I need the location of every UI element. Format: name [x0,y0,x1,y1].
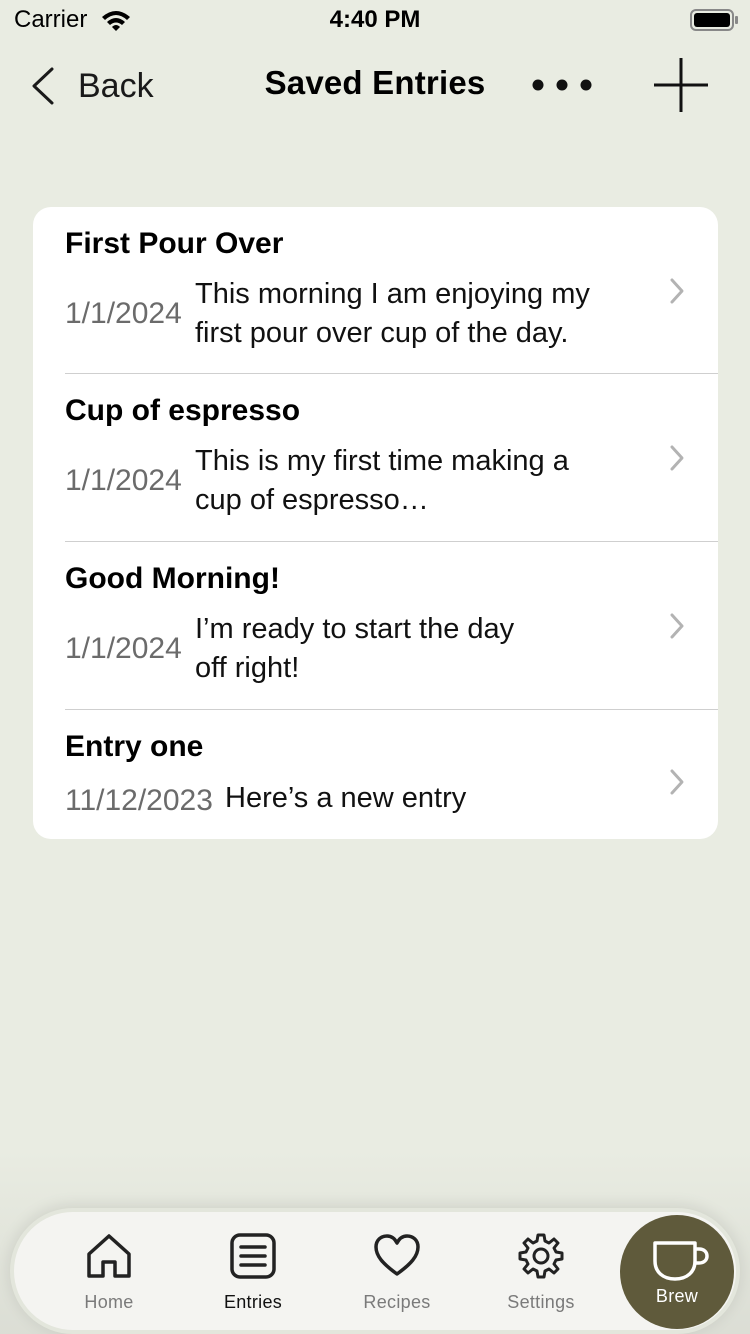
navigation-bar: Back Saved Entries [0,44,750,124]
screen: Carrier 4:40 PM Back Saved Entries First… [0,0,750,1334]
entry-title: Entry one [65,730,204,763]
battery-icon [690,9,738,31]
entry-row[interactable]: Cup of espresso 1/1/2024 This is my firs… [33,374,718,542]
entry-row[interactable]: Entry one 11/12/2023 Here’s a new entry [33,710,718,839]
chevron-right-icon [670,278,684,304]
entry-date: 11/12/2023 [65,784,213,817]
list-icon [230,1233,276,1279]
entry-preview-line: I’m ready to start the day [195,613,515,645]
entry-date: 1/1/2024 [65,464,182,497]
chevron-right-icon [670,613,684,639]
entry-preview-line: off right! [195,652,300,684]
entry-date: 1/1/2024 [65,632,182,665]
entry-title: Cup of espresso [65,394,301,427]
tab-home[interactable]: Home [54,1232,164,1322]
entry-title: First Pour Over [65,227,284,260]
chevron-right-icon [670,445,684,471]
entry-preview-line: first pour over cup of the day. [195,317,569,349]
gear-icon [518,1233,564,1279]
tab-label: Recipes [363,1292,431,1312]
tab-label: Settings [507,1292,575,1312]
entry-date: 1/1/2024 [65,297,182,330]
page-title: Saved Entries [264,64,486,101]
tab-recipes[interactable]: Recipes [342,1232,452,1322]
entry-title: Good Morning! [65,562,280,595]
house-icon [87,1234,131,1278]
status-bar: Carrier 4:40 PM [0,0,750,40]
entries-list: First Pour Over 1/1/2024 This morning I … [33,207,718,839]
brew-label: Brew [655,1286,699,1306]
entry-row[interactable]: Good Morning! 1/1/2024 I’m ready to star… [33,542,718,710]
entry-preview-line: Here’s a new entry [225,782,467,814]
brew-button[interactable]: Brew [620,1215,734,1329]
entry-row[interactable]: First Pour Over 1/1/2024 This morning I … [33,207,718,374]
status-time: 4:40 PM [329,6,421,33]
cup-icon [653,1241,709,1281]
entry-preview-line: This is my first time making a [195,445,569,477]
entry-preview-line: This morning I am enjoying my [195,278,590,310]
add-entry-icon[interactable] [652,56,710,114]
entry-preview-line: cup of espresso… [195,484,429,516]
tab-label: Home [84,1292,134,1312]
chevron-right-icon [670,769,684,795]
heart-icon [374,1234,420,1276]
tab-entries[interactable]: Entries [198,1232,308,1322]
more-options-icon[interactable] [530,72,594,98]
tab-settings[interactable]: Settings [486,1232,596,1322]
tab-label: Entries [223,1292,283,1312]
